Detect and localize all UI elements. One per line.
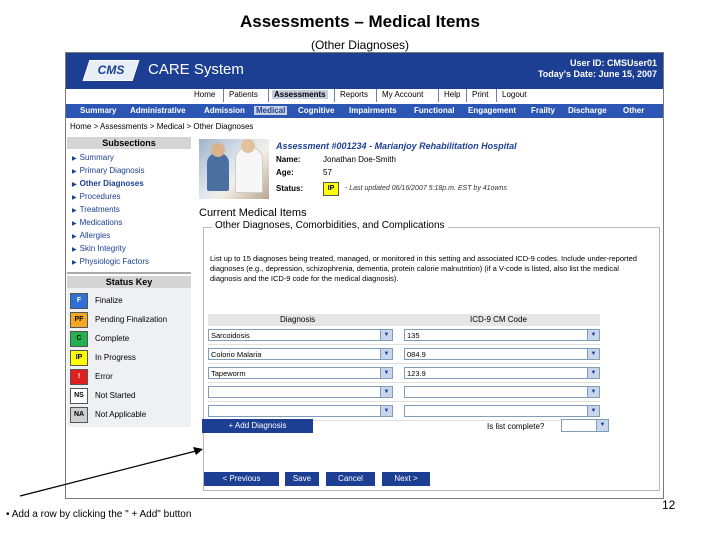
slide-caption: • Add a row by clicking the " + Add" but… xyxy=(6,509,192,520)
page-number: 12 xyxy=(662,498,676,512)
callout-arrow xyxy=(19,447,203,497)
